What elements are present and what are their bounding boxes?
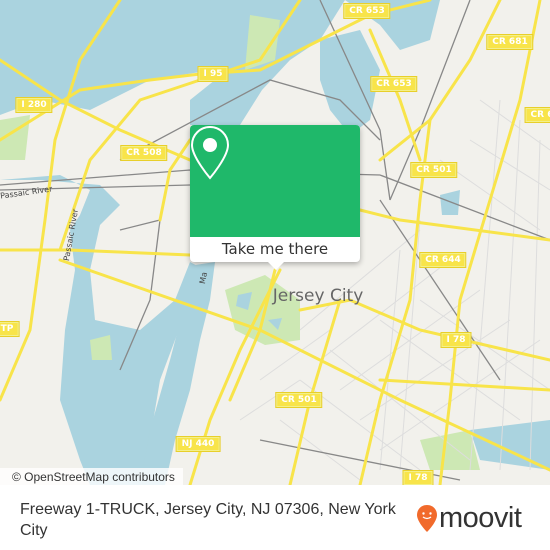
- road-shield: CR 508: [120, 145, 168, 161]
- road-shield: I 95: [197, 66, 229, 82]
- moovit-pin-icon: [417, 504, 437, 532]
- take-me-there-button[interactable]: Take me there: [190, 237, 360, 262]
- popup-pointer: [268, 262, 284, 270]
- road-shield: CR 6: [524, 107, 550, 123]
- road-shield: I 280: [15, 97, 53, 113]
- road-shield: CR 644: [419, 252, 467, 268]
- road-shield: NJ 440: [175, 436, 221, 452]
- map-attribution[interactable]: © OpenStreetMap contributors: [0, 468, 183, 485]
- road-shield: TP: [0, 321, 20, 337]
- popup-header: [190, 125, 360, 237]
- moovit-logo-text: moovit: [439, 502, 522, 534]
- road-shield: I 78: [402, 470, 434, 485]
- map-pin-icon: [190, 125, 230, 180]
- map[interactable]: Jersey City Passaic River Passaic River …: [0, 0, 550, 485]
- place-label-jersey-city: Jersey City: [272, 286, 364, 306]
- road-shield: CR 653: [370, 76, 418, 92]
- take-me-there-popup[interactable]: Take me there: [190, 125, 360, 270]
- road-shield: CR 501: [275, 392, 323, 408]
- address-text: Freeway 1-TRUCK, Jersey City, NJ 07306, …: [20, 501, 396, 539]
- moovit-logo: moovit: [417, 502, 522, 534]
- road-shield: CR 653: [343, 3, 391, 19]
- road-shield: CR 501: [410, 162, 458, 178]
- road-shield: I 78: [440, 332, 472, 348]
- footer: Freeway 1-TRUCK, Jersey City, NJ 07306, …: [0, 485, 550, 550]
- road-shield: CR 681: [486, 34, 534, 50]
